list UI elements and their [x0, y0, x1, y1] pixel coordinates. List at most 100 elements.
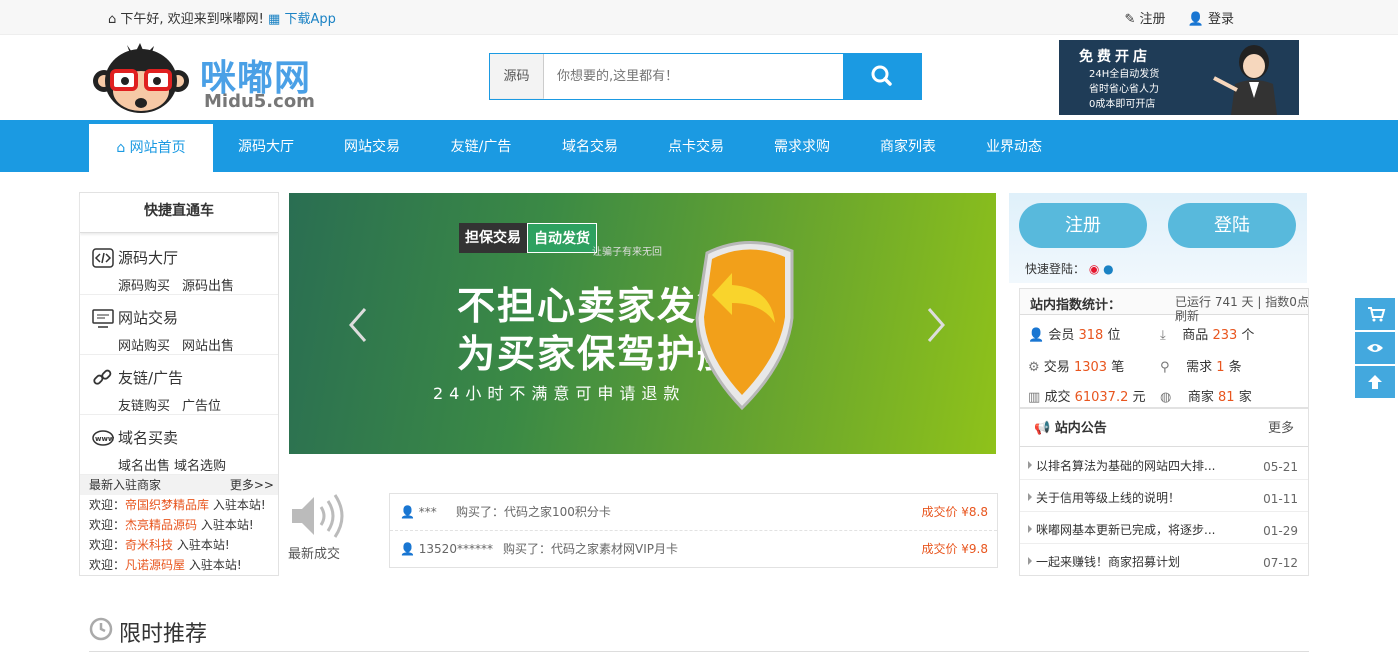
- register-link[interactable]: ✎ 注册: [1124, 12, 1165, 27]
- nav-item-website[interactable]: 网站交易: [319, 120, 425, 172]
- banner-prev-arrow[interactable]: [345, 305, 369, 345]
- recent-deals-label: 最新成交: [288, 493, 348, 563]
- login-button[interactable]: 登陆: [1168, 203, 1296, 248]
- stat-volume: ▥ 成交 61037.2 元: [1028, 390, 1146, 405]
- main-nav: ⌂ 网站首页 源码大厅 网站交易 友链/广告 域名交易 点卡交易 需求求购 商家…: [0, 120, 1398, 172]
- register-button[interactable]: 注册: [1019, 203, 1147, 248]
- search-icon: [871, 65, 892, 86]
- search-icon: ⚲: [1160, 360, 1170, 375]
- quick-login: 快速登陆： ◉ ●: [1025, 262, 1114, 276]
- nav-item-domain[interactable]: 域名交易: [537, 120, 643, 172]
- banner-slogan-small: 让骗子有来无回: [592, 247, 662, 258]
- speaker-icon: [292, 494, 344, 538]
- bullet-icon: [1028, 525, 1032, 533]
- sidebar-link[interactable]: 网站购买: [118, 339, 170, 354]
- sidebar-link[interactable]: 源码出售: [182, 279, 234, 294]
- account-links: ✎ 注册 👤 登录: [1106, 8, 1234, 27]
- arrow-up-icon: [1368, 375, 1382, 389]
- eye-icon: [1367, 344, 1383, 352]
- sidebar-cat-links-ads: 友链/广告 友链购买 广告位: [80, 355, 278, 415]
- list-item[interactable]: 以排名算法为基础的网站四大排... 05-21: [1020, 448, 1308, 480]
- open-shop-ad[interactable]: 免费开店 24H全自动发货 省时省心省人力 0成本即可开店: [1059, 40, 1299, 115]
- nav-item-home[interactable]: ⌂ 网站首页: [89, 124, 213, 172]
- ad-lines: 24H全自动发货 省时省心省人力 0成本即可开店: [1089, 69, 1160, 110]
- sidebar-title: 快捷直通车: [80, 193, 278, 233]
- new-merchants-header: 最新入驻商家 更多>>: [80, 475, 278, 495]
- site-logo[interactable]: 咪嘟网 Midu5.com: [92, 43, 332, 113]
- sidebar-link[interactable]: 源码购买: [118, 279, 170, 294]
- sidebar-cat-website: 网站交易 网站购买 网站出售: [80, 295, 278, 355]
- sidebar-link[interactable]: 域名出售: [118, 459, 170, 474]
- sidebar-cat-title[interactable]: 网站交易: [118, 307, 178, 328]
- nav-item-demand[interactable]: 需求求购: [749, 120, 855, 172]
- user-icon: 👤: [400, 542, 415, 556]
- list-item[interactable]: 关于信用等级上线的说明！ 01-11: [1020, 480, 1308, 512]
- weibo-icon[interactable]: ◉: [1089, 262, 1099, 276]
- sidebar-link[interactable]: 域名选购: [174, 459, 226, 474]
- stat-trades: ⚙ 交易 1303 笔: [1028, 360, 1125, 375]
- bar-chart-icon: ▥: [1028, 390, 1041, 405]
- greeting-area: ⌂ 下午好, 欢迎来到咪嘟网! ▦ 下载App: [108, 8, 336, 27]
- nav-item-source[interactable]: 源码大厅: [213, 120, 319, 172]
- merchant-link[interactable]: 凡诺源码屋: [125, 558, 185, 572]
- login-panel: 注册 登陆 快速登陆： ◉ ●: [1009, 193, 1307, 283]
- svg-text:www: www: [95, 435, 114, 443]
- search-button[interactable]: [843, 54, 921, 99]
- list-item: 欢迎：杰亮精品源码 入驻本站!: [89, 518, 254, 532]
- banner-subline: 24小时不满意可申请退款: [433, 384, 686, 403]
- monkey-logo-icon: [93, 43, 189, 113]
- search-input[interactable]: [545, 54, 843, 99]
- sidebar-cat-title[interactable]: 源码大厅: [118, 247, 178, 268]
- greeting-text: 下午好, 欢迎来到咪嘟网!: [120, 12, 264, 27]
- sidebar-cat-title[interactable]: 友链/广告: [118, 367, 183, 388]
- table-row[interactable]: 👤 *** 购买了：代码之家100积分卡 成交价 ¥8.8: [390, 494, 997, 531]
- list-item: 欢迎：凡诺源码屋 入驻本站!: [89, 558, 242, 572]
- merchant-link[interactable]: 帝国织梦精品库: [125, 498, 209, 512]
- download-app-link[interactable]: 下载App: [284, 12, 335, 27]
- sidebar-link[interactable]: 广告位: [182, 399, 221, 414]
- sidebar-link[interactable]: 网站出售: [182, 339, 234, 354]
- stat-demands: ⚲ 需求 1 条: [1160, 360, 1242, 375]
- stat-products: ⤓ 商品 233 个: [1160, 328, 1255, 343]
- view-button[interactable]: [1355, 332, 1395, 364]
- floating-toolbar: [1355, 298, 1395, 399]
- more-merchants-link[interactable]: 更多>>: [230, 475, 274, 495]
- merchant-link[interactable]: 奇米科技: [125, 538, 173, 552]
- section-title: 限时推荐: [119, 622, 208, 647]
- merchant-link[interactable]: 杰亮精品源码: [125, 518, 197, 532]
- monitor-icon: [92, 309, 114, 328]
- table-row[interactable]: 👤 13520****** 购买了：代码之家素材网VIP月卡 成交价 ¥9.8: [390, 531, 997, 568]
- ad-title: 免费开店: [1079, 49, 1151, 65]
- buyer-user: 👤 13520******: [400, 542, 493, 556]
- user-icon: 👤: [400, 505, 415, 519]
- back-to-top-button[interactable]: [1355, 366, 1395, 398]
- search-category-select[interactable]: 源码: [490, 54, 544, 99]
- list-item[interactable]: 一起来赚钱！商家招募计划 07-12: [1020, 544, 1308, 576]
- deal-desc: 购买了：代码之家素材网VIP月卡: [503, 542, 678, 556]
- hero-banner[interactable]: 担保交易 自动发货 让骗子有来无回 不担心卖家发货 为买家保驾护航 24小时不满…: [289, 193, 996, 454]
- shield-icon: [695, 241, 794, 411]
- cart-button[interactable]: [1355, 298, 1395, 330]
- nav-item-card[interactable]: 点卡交易: [643, 120, 749, 172]
- sidebar-cat-links: 友链购买 广告位: [118, 395, 233, 414]
- qq-icon[interactable]: ●: [1103, 262, 1113, 276]
- list-item[interactable]: 咪嘟网基本更新已完成，将逐步... 01-29: [1020, 512, 1308, 544]
- nav-item-news[interactable]: 业界动态: [961, 120, 1067, 172]
- login-link[interactable]: 👤 登录: [1188, 12, 1234, 27]
- clock-icon: [89, 617, 113, 641]
- nav-item-links-ads[interactable]: 友链/广告: [425, 120, 537, 172]
- new-merchants: 最新入驻商家 更多>> 欢迎：帝国织梦精品库 入驻本站! 欢迎：杰亮精品源码 入…: [80, 475, 278, 575]
- nav-item-merchants[interactable]: 商家列表: [855, 120, 961, 172]
- pencil-icon: ✎: [1124, 12, 1136, 27]
- bullet-icon: [1028, 461, 1032, 469]
- user-icon: 👤: [1028, 328, 1045, 343]
- sidebar-link[interactable]: 友链购买: [118, 399, 170, 414]
- more-announcements-link[interactable]: 更多: [1268, 417, 1294, 436]
- sidebar-cat-title[interactable]: 域名买卖: [118, 427, 178, 448]
- banner-next-arrow[interactable]: [925, 305, 949, 345]
- header: 咪嘟网 Midu5.com 源码 免费开店 24H全自动发货 省时省心省人力 0…: [0, 35, 1398, 120]
- sidebar-cat-links: 源码购买 源码出售: [118, 275, 246, 294]
- announcements: 📢 站内公告 更多 以排名算法为基础的网站四大排... 05-21 关于信用等级上…: [1019, 408, 1309, 576]
- sidebar-cat-links: 网站购买 网站出售: [118, 335, 246, 354]
- download-icon: ⤓: [1160, 328, 1166, 343]
